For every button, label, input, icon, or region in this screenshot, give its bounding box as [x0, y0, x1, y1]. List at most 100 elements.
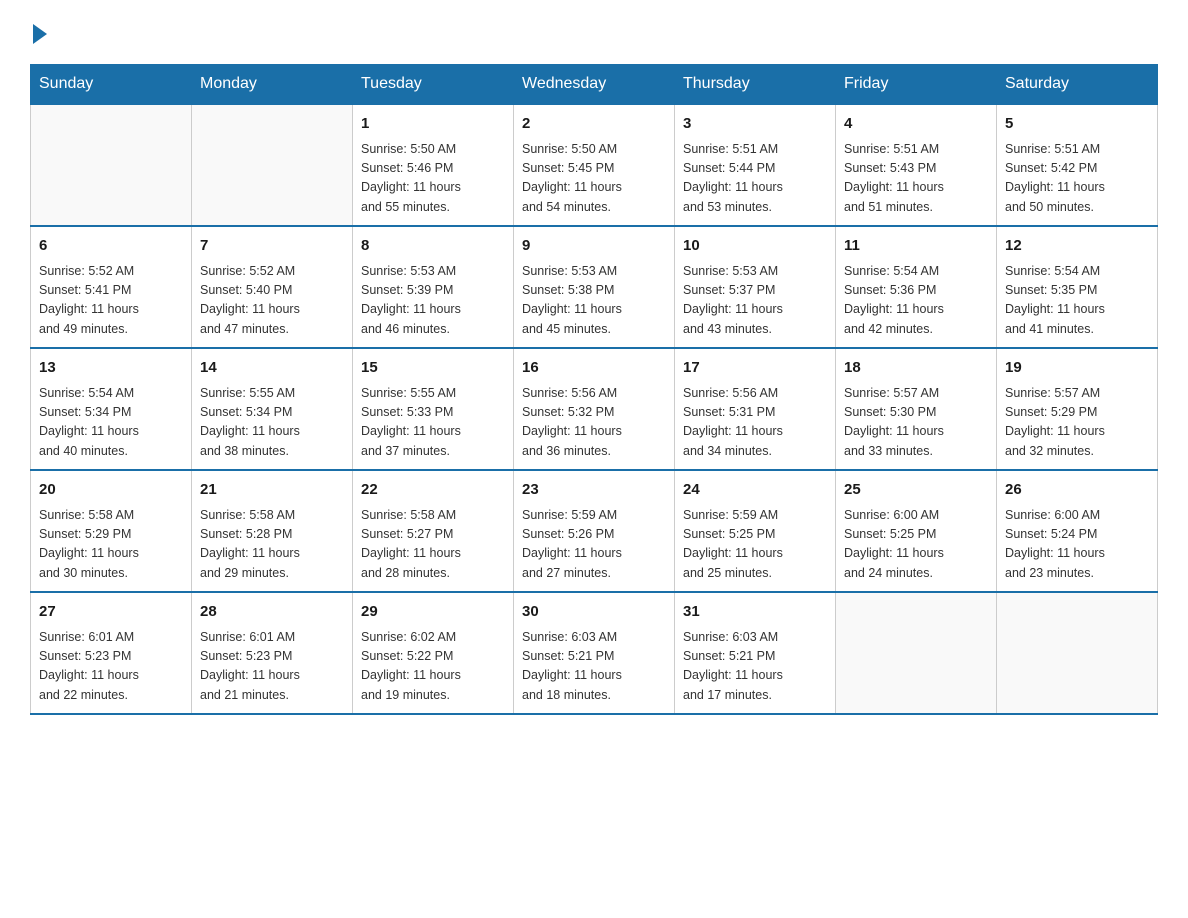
calendar-cell	[997, 592, 1158, 714]
calendar-cell: 5 Sunrise: 5:51 AM Sunset: 5:42 PM Daylig…	[997, 104, 1158, 226]
calendar-week-row: 20 Sunrise: 5:58 AM Sunset: 5:29 PM Dayli…	[31, 470, 1158, 592]
weekday-header-friday: Friday	[836, 65, 997, 105]
day-number: 20	[39, 479, 183, 502]
day-info: Sunrise: 5:56 AM Sunset: 5:32 PM Dayligh…	[522, 384, 666, 462]
day-number: 16	[522, 357, 666, 380]
calendar-week-row: 27 Sunrise: 6:01 AM Sunset: 5:23 PM Dayli…	[31, 592, 1158, 714]
weekday-header-saturday: Saturday	[997, 65, 1158, 105]
calendar-cell: 18 Sunrise: 5:57 AM Sunset: 5:30 PM Dayli…	[836, 348, 997, 470]
calendar-week-row: 13 Sunrise: 5:54 AM Sunset: 5:34 PM Dayli…	[31, 348, 1158, 470]
day-info: Sunrise: 5:59 AM Sunset: 5:26 PM Dayligh…	[522, 506, 666, 584]
day-info: Sunrise: 5:54 AM Sunset: 5:34 PM Dayligh…	[39, 384, 183, 462]
day-number: 11	[844, 235, 988, 258]
weekday-header-row: SundayMondayTuesdayWednesdayThursdayFrid…	[31, 65, 1158, 105]
day-number: 25	[844, 479, 988, 502]
day-number: 30	[522, 601, 666, 624]
day-number: 5	[1005, 113, 1149, 136]
calendar-cell: 29 Sunrise: 6:02 AM Sunset: 5:22 PM Dayli…	[353, 592, 514, 714]
day-number: 17	[683, 357, 827, 380]
calendar-week-row: 6 Sunrise: 5:52 AM Sunset: 5:41 PM Daylig…	[31, 226, 1158, 348]
calendar-cell: 4 Sunrise: 5:51 AM Sunset: 5:43 PM Daylig…	[836, 104, 997, 226]
calendar-cell: 7Sunrise: 5:52 AM Sunset: 5:40 PM Daylig…	[192, 226, 353, 348]
calendar-cell: 14Sunrise: 5:55 AM Sunset: 5:34 PM Dayli…	[192, 348, 353, 470]
day-number: 13	[39, 357, 183, 380]
day-info: Sunrise: 5:51 AM Sunset: 5:42 PM Dayligh…	[1005, 140, 1149, 218]
weekday-header-monday: Monday	[192, 65, 353, 105]
weekday-header-wednesday: Wednesday	[514, 65, 675, 105]
day-number: 23	[522, 479, 666, 502]
day-info: Sunrise: 5:53 AM Sunset: 5:39 PM Dayligh…	[361, 262, 505, 340]
calendar-cell: 23 Sunrise: 5:59 AM Sunset: 5:26 PM Dayli…	[514, 470, 675, 592]
day-info: Sunrise: 5:52 AM Sunset: 5:41 PM Dayligh…	[39, 262, 183, 340]
day-info: Sunrise: 6:03 AM Sunset: 5:21 PM Dayligh…	[522, 628, 666, 706]
day-info: Sunrise: 5:58 AM Sunset: 5:29 PM Dayligh…	[39, 506, 183, 584]
day-info: Sunrise: 5:50 AM Sunset: 5:46 PM Dayligh…	[361, 140, 505, 218]
day-number: 24	[683, 479, 827, 502]
day-info: Sunrise: 5:58 AM Sunset: 5:28 PM Dayligh…	[200, 506, 344, 584]
weekday-header-sunday: Sunday	[31, 65, 192, 105]
day-info: Sunrise: 6:02 AM Sunset: 5:22 PM Dayligh…	[361, 628, 505, 706]
calendar-cell: 22Sunrise: 5:58 AM Sunset: 5:27 PM Dayli…	[353, 470, 514, 592]
calendar-cell: 16 Sunrise: 5:56 AM Sunset: 5:32 PM Dayli…	[514, 348, 675, 470]
day-number: 3	[683, 113, 827, 136]
day-info: Sunrise: 5:58 AM Sunset: 5:27 PM Dayligh…	[361, 506, 505, 584]
day-info: Sunrise: 5:53 AM Sunset: 5:38 PM Dayligh…	[522, 262, 666, 340]
day-info: Sunrise: 5:52 AM Sunset: 5:40 PM Dayligh…	[200, 262, 344, 340]
calendar-cell: 19 Sunrise: 5:57 AM Sunset: 5:29 PM Dayli…	[997, 348, 1158, 470]
day-info: Sunrise: 5:53 AM Sunset: 5:37 PM Dayligh…	[683, 262, 827, 340]
day-info: Sunrise: 6:01 AM Sunset: 5:23 PM Dayligh…	[200, 628, 344, 706]
calendar-cell: 12Sunrise: 5:54 AM Sunset: 5:35 PM Dayli…	[997, 226, 1158, 348]
day-number: 9	[522, 235, 666, 258]
calendar-week-row: 1 Sunrise: 5:50 AM Sunset: 5:46 PM Daylig…	[31, 104, 1158, 226]
day-number: 28	[200, 601, 344, 624]
day-number: 10	[683, 235, 827, 258]
day-number: 8	[361, 235, 505, 258]
calendar-cell	[31, 104, 192, 226]
day-info: Sunrise: 5:55 AM Sunset: 5:34 PM Dayligh…	[200, 384, 344, 462]
day-number: 1	[361, 113, 505, 136]
calendar-cell: 25 Sunrise: 6:00 AM Sunset: 5:25 PM Dayli…	[836, 470, 997, 592]
calendar-cell: 31 Sunrise: 6:03 AM Sunset: 5:21 PM Dayli…	[675, 592, 836, 714]
day-info: Sunrise: 6:00 AM Sunset: 5:24 PM Dayligh…	[1005, 506, 1149, 584]
calendar-cell: 21Sunrise: 5:58 AM Sunset: 5:28 PM Dayli…	[192, 470, 353, 592]
calendar-cell: 8 Sunrise: 5:53 AM Sunset: 5:39 PM Daylig…	[353, 226, 514, 348]
day-number: 29	[361, 601, 505, 624]
calendar-cell: 30 Sunrise: 6:03 AM Sunset: 5:21 PM Dayli…	[514, 592, 675, 714]
weekday-header-tuesday: Tuesday	[353, 65, 514, 105]
day-number: 19	[1005, 357, 1149, 380]
calendar-cell: 13 Sunrise: 5:54 AM Sunset: 5:34 PM Dayli…	[31, 348, 192, 470]
calendar-cell: 11 Sunrise: 5:54 AM Sunset: 5:36 PM Dayli…	[836, 226, 997, 348]
calendar-cell: 6 Sunrise: 5:52 AM Sunset: 5:41 PM Daylig…	[31, 226, 192, 348]
calendar-cell: 27 Sunrise: 6:01 AM Sunset: 5:23 PM Dayli…	[31, 592, 192, 714]
calendar-cell: 1 Sunrise: 5:50 AM Sunset: 5:46 PM Daylig…	[353, 104, 514, 226]
calendar-table: SundayMondayTuesdayWednesdayThursdayFrid…	[30, 64, 1158, 715]
calendar-cell: 26 Sunrise: 6:00 AM Sunset: 5:24 PM Dayli…	[997, 470, 1158, 592]
day-number: 18	[844, 357, 988, 380]
calendar-cell: 2Sunrise: 5:50 AM Sunset: 5:45 PM Daylig…	[514, 104, 675, 226]
day-info: Sunrise: 5:54 AM Sunset: 5:36 PM Dayligh…	[844, 262, 988, 340]
calendar-cell: 10 Sunrise: 5:53 AM Sunset: 5:37 PM Dayli…	[675, 226, 836, 348]
day-number: 27	[39, 601, 183, 624]
day-info: Sunrise: 5:57 AM Sunset: 5:30 PM Dayligh…	[844, 384, 988, 462]
day-info: Sunrise: 5:55 AM Sunset: 5:33 PM Dayligh…	[361, 384, 505, 462]
day-info: Sunrise: 5:56 AM Sunset: 5:31 PM Dayligh…	[683, 384, 827, 462]
day-info: Sunrise: 6:00 AM Sunset: 5:25 PM Dayligh…	[844, 506, 988, 584]
day-number: 12	[1005, 235, 1149, 258]
day-number: 31	[683, 601, 827, 624]
calendar-cell: 20 Sunrise: 5:58 AM Sunset: 5:29 PM Dayli…	[31, 470, 192, 592]
day-number: 15	[361, 357, 505, 380]
day-number: 2	[522, 113, 666, 136]
day-number: 6	[39, 235, 183, 258]
logo	[30, 20, 58, 44]
day-info: Sunrise: 5:51 AM Sunset: 5:43 PM Dayligh…	[844, 140, 988, 218]
day-info: Sunrise: 5:51 AM Sunset: 5:44 PM Dayligh…	[683, 140, 827, 218]
header	[30, 20, 1158, 44]
day-info: Sunrise: 6:01 AM Sunset: 5:23 PM Dayligh…	[39, 628, 183, 706]
calendar-cell	[192, 104, 353, 226]
weekday-header-thursday: Thursday	[675, 65, 836, 105]
day-info: Sunrise: 5:57 AM Sunset: 5:29 PM Dayligh…	[1005, 384, 1149, 462]
day-number: 26	[1005, 479, 1149, 502]
day-info: Sunrise: 6:03 AM Sunset: 5:21 PM Dayligh…	[683, 628, 827, 706]
day-number: 4	[844, 113, 988, 136]
calendar-cell: 9 Sunrise: 5:53 AM Sunset: 5:38 PM Daylig…	[514, 226, 675, 348]
